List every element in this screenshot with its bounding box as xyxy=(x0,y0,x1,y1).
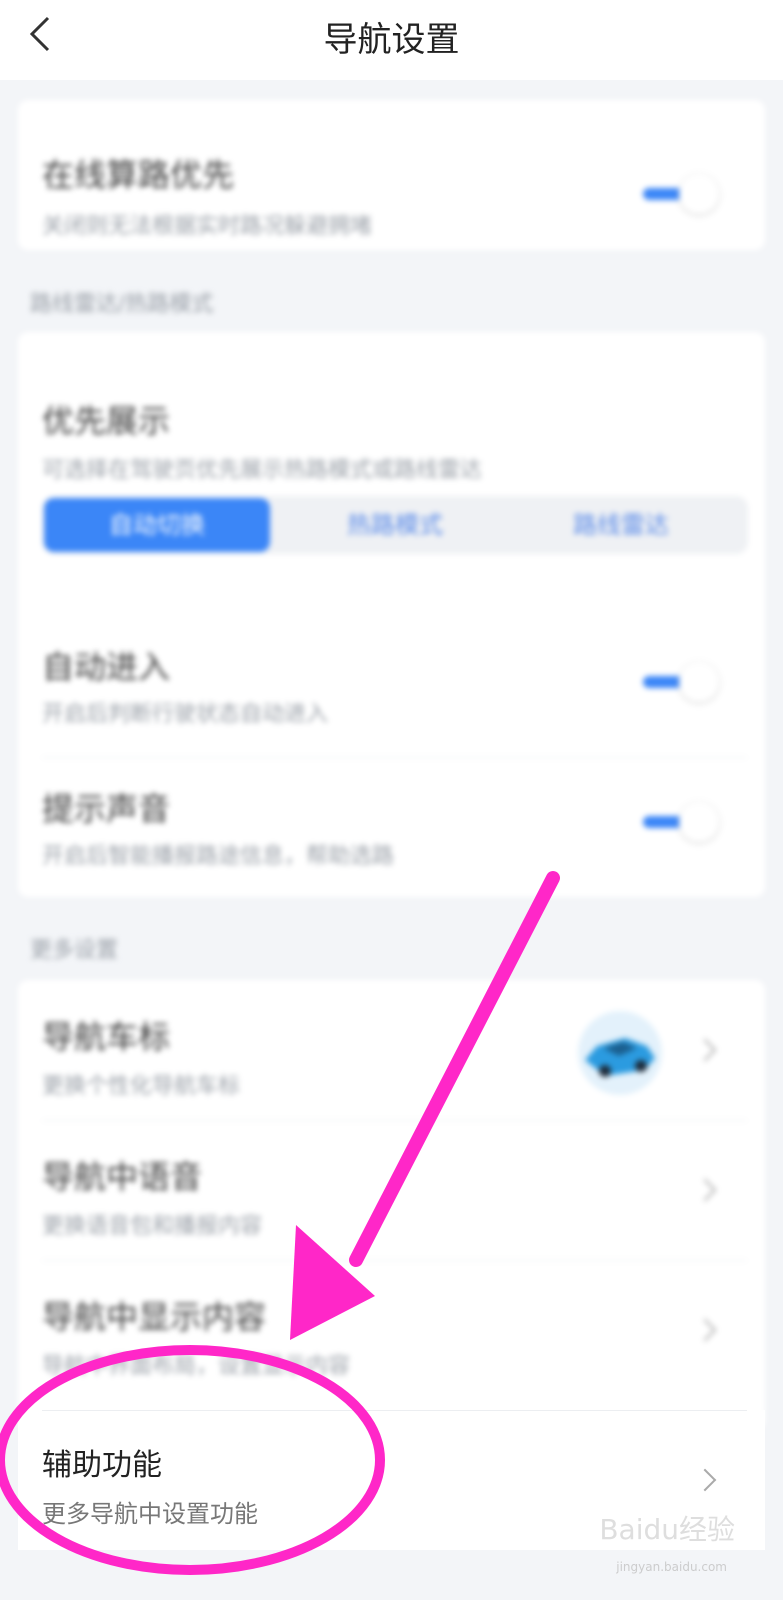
assist-function-title: 辅助功能 xyxy=(42,1448,162,1483)
settings-content: 在线算路优先 关闭则无法根据实时路况躲避拥堵 路线雷达/热路模式 优先展示 可选… xyxy=(0,80,783,1430)
chevron-right-icon xyxy=(693,1178,717,1202)
section-label-display: 路线雷达/热路模式 xyxy=(30,292,214,317)
hint-sound-title: 提示声音 xyxy=(42,790,171,828)
nav-display-content-subtitle: 导航中界面布局，设置显示内容 xyxy=(42,1354,351,1379)
chevron-right-icon xyxy=(693,1318,717,1342)
auto-enter-toggle[interactable] xyxy=(643,662,727,702)
car-icon xyxy=(578,1011,662,1095)
nav-display-content-row[interactable]: 导航中显示内容 导航中界面布局，设置显示内容 xyxy=(18,1260,765,1400)
priority-display-title: 优先展示 xyxy=(42,402,171,440)
section-label-more: 更多设置 xyxy=(30,938,119,963)
nav-car-icon-subtitle: 更换个性化导航车标 xyxy=(42,1074,241,1099)
nav-display-content-title: 导航中显示内容 xyxy=(42,1298,267,1336)
nav-car-icon-title: 导航车标 xyxy=(42,1018,171,1056)
nav-voice-title: 导航中语音 xyxy=(42,1158,203,1196)
more-settings-card: 导航车标 更换个性化导航车标 导航中语音 更换语音包和播报内容 导航中显示内容 … xyxy=(18,980,765,1430)
top-navigation-bar: 导航设置 xyxy=(0,0,783,80)
segment-route-radar[interactable]: 路线雷达 xyxy=(508,496,734,554)
auto-enter-title: 自动进入 xyxy=(42,648,171,686)
nav-car-icon-row[interactable]: 导航车标 更换个性化导航车标 xyxy=(18,980,765,1120)
chevron-right-icon xyxy=(693,1038,717,1062)
divider xyxy=(42,1410,747,1411)
page-title: 导航设置 xyxy=(323,20,460,60)
assist-function-subtitle: 更多导航中设置功能 xyxy=(42,1500,258,1528)
nav-voice-subtitle: 更换语音包和播报内容 xyxy=(42,1214,263,1239)
auto-enter-subtitle: 开启后判断行驶状态自动进入 xyxy=(42,702,329,727)
divider xyxy=(42,757,747,758)
nav-voice-row[interactable]: 导航中语音 更换语音包和播报内容 xyxy=(18,1120,765,1260)
online-route-subtitle: 关闭则无法根据实时路况躲避拥堵 xyxy=(42,214,373,239)
priority-display-segmented-control: 自动切换 热路模式 路线雷达 xyxy=(42,496,748,554)
display-mode-card: 优先展示 可选择在驾驶页优先展示热路模式或路线雷达 自动切换 热路模式 路线雷达… xyxy=(18,332,765,897)
online-route-card: 在线算路优先 关闭则无法根据实时路况躲避拥堵 xyxy=(18,100,765,250)
baidu-watermark-url: jingyan.baidu.com xyxy=(616,1560,727,1574)
online-route-toggle[interactable] xyxy=(643,174,727,214)
hint-sound-subtitle: 开启后智能播报路途信息，帮助选路 xyxy=(42,844,395,869)
chevron-right-icon xyxy=(693,1468,717,1492)
baidu-watermark: Baidu经验 xyxy=(599,1513,735,1546)
segment-hot-route[interactable]: 热路模式 xyxy=(282,496,508,554)
hint-sound-toggle[interactable] xyxy=(643,802,727,842)
online-route-title: 在线算路优先 xyxy=(42,156,235,194)
priority-display-subtitle: 可选择在驾驶页优先展示热路模式或路线雷达 xyxy=(42,458,483,483)
segment-auto[interactable]: 自动切换 xyxy=(44,498,270,552)
